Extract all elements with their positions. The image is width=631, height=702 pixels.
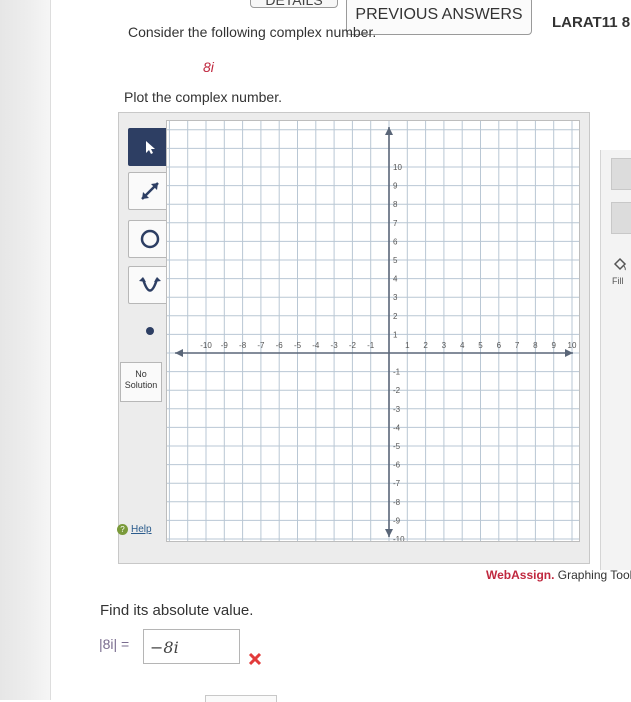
coordinate-grid[interactable]: -10 -9 -8 -7 -6 -5 -4 -3 -2 -1 1 2 3 4 5 6 7 8 9 10 10 9 8 7 6 5 4…: [167, 121, 579, 544]
x-tick-label: 1: [405, 341, 410, 350]
x-tick-label: -5: [294, 341, 302, 350]
y-tick-label: -2: [393, 386, 401, 395]
x-axis-arrow-left: [175, 349, 183, 357]
help-icon: ?: [117, 524, 128, 535]
right-tool-strip: [600, 150, 631, 570]
y-tick-label: -5: [393, 442, 401, 451]
y-tick-label: 3: [393, 293, 398, 302]
x-tick-label: 9: [551, 341, 556, 350]
x-tick-label: 10: [568, 341, 577, 350]
details-tab[interactable]: DETAILS: [250, 0, 338, 8]
y-tick-label: 8: [393, 200, 398, 209]
diagonal-arrow-icon: [141, 182, 159, 200]
course-code: LARAT11 8: [552, 14, 631, 31]
x-tick-label: -6: [276, 341, 284, 350]
x-tick-label: 8: [533, 341, 538, 350]
y-tick-label: 10: [393, 163, 402, 172]
next-field-edge: [205, 695, 277, 702]
y-tick-label: -3: [393, 405, 401, 414]
y-tick-label: 1: [393, 330, 398, 339]
x-tick-label: -7: [257, 341, 265, 350]
circle-icon: [140, 229, 160, 249]
dot-icon: [146, 327, 154, 335]
x-tick-label: -2: [349, 341, 357, 350]
right-strip-button-2[interactable]: [611, 202, 631, 234]
x-tick-label: 4: [460, 341, 465, 350]
help-link[interactable]: ? Help: [117, 524, 152, 535]
x-tick-label: -3: [331, 341, 339, 350]
y-tick-label: 5: [393, 256, 398, 265]
y-tick-label: -4: [393, 423, 401, 432]
y-tick-label: -10: [393, 535, 405, 541]
y-tick-label: -7: [393, 479, 401, 488]
y-tick-label: -8: [393, 498, 401, 507]
y-tick-label: -6: [393, 461, 401, 470]
graph-canvas[interactable]: -10 -9 -8 -7 -6 -5 -4 -3 -2 -1 1 2 3 4 5 6 7 8 9 10 10 9 8 7 6 5 4…: [166, 120, 580, 544]
y-axis-arrow-down: [385, 529, 393, 537]
x-tick-label: -9: [221, 341, 229, 350]
help-label: Help: [131, 524, 152, 535]
x-tick-label: 3: [442, 341, 447, 350]
x-tick-label: 5: [478, 341, 483, 350]
fill-bucket-icon[interactable]: [612, 256, 628, 272]
y-tick-label: -9: [393, 516, 401, 525]
absolute-value-answer-field[interactable]: −8i: [143, 629, 240, 664]
y-tick-label: 7: [393, 219, 398, 228]
graph-toolbar: [122, 120, 172, 540]
absolute-value-prompt: Find its absolute value.: [100, 602, 254, 619]
x-tick-label: -1: [367, 341, 375, 350]
x-tick-label: -4: [312, 341, 320, 350]
x-tick-label: 2: [423, 341, 428, 350]
page-left-margin: [0, 0, 51, 700]
webassign-graphing-tool-brand: WebAssign. Graphing Tool: [486, 568, 631, 582]
x-tick-label: 7: [515, 341, 520, 350]
y-tick-label: -1: [393, 368, 401, 377]
right-strip-button-1[interactable]: [611, 158, 631, 190]
fill-label: Fill: [612, 276, 624, 286]
no-solution-button[interactable]: No Solution: [120, 362, 162, 402]
y-tick-label: 6: [393, 237, 398, 246]
parabola-icon: [139, 277, 161, 292]
arrow-cursor-icon: [146, 141, 155, 154]
brand-suffix: Graphing Tool: [554, 568, 631, 582]
x-mark-icon: [248, 652, 262, 666]
x-tick-label: -8: [239, 341, 247, 350]
y-tick-label: 2: [393, 312, 398, 321]
plot-prompt: Plot the complex number.: [124, 89, 282, 105]
y-tick-label: 4: [393, 275, 398, 284]
y-axis-arrow-up: [385, 127, 393, 135]
complex-number: 8i: [203, 59, 214, 75]
brand-name: WebAssign.: [486, 568, 555, 582]
absolute-value-label: |8i| =: [99, 636, 130, 652]
y-tick-label: 9: [393, 182, 398, 191]
x-tick-label: -10: [200, 341, 212, 350]
question-prompt: Consider the following complex number.: [128, 24, 377, 40]
x-tick-label: 6: [497, 341, 502, 350]
